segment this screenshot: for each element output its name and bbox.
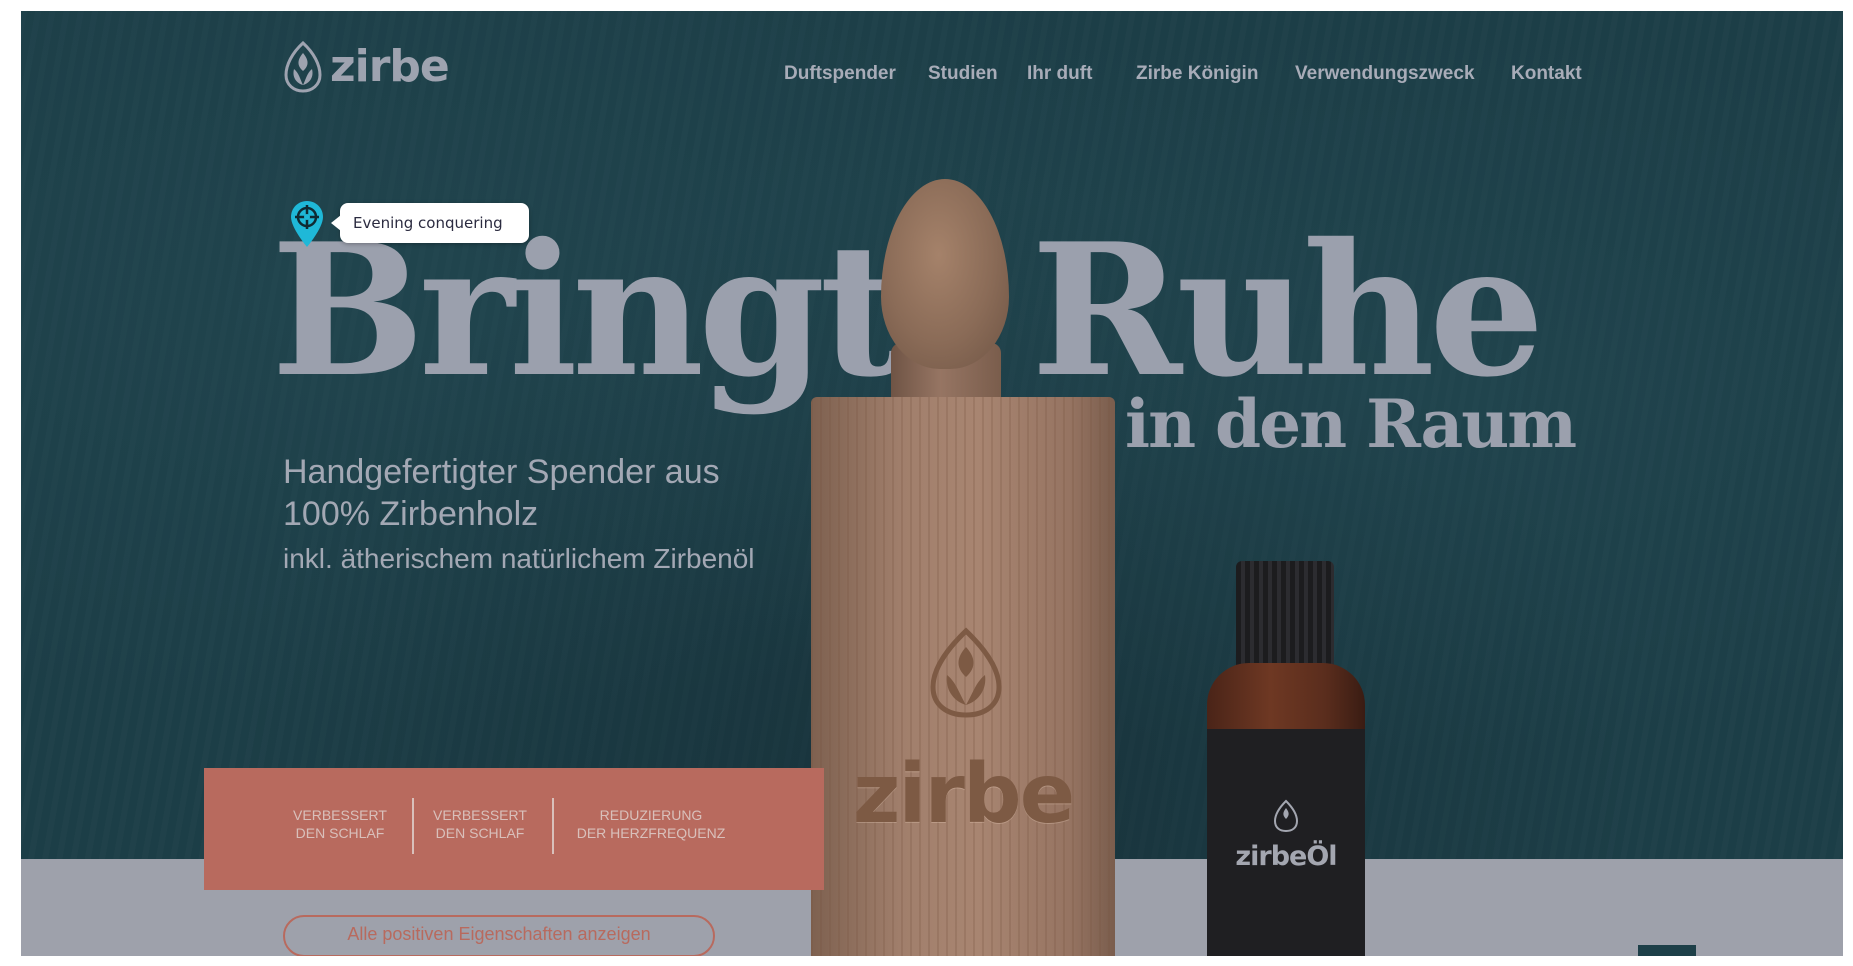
benefit-line1: VERBESSERT [433,807,527,823]
nav-item-verwendungszweck[interactable]: Verwendungszweck [1295,63,1475,85]
nav-item-duftspender[interactable]: Duftspender [784,63,896,85]
hero-description: Handgefertigter Spender aus 100% Zirbenh… [283,453,720,533]
engraved-pinecone-icon [930,627,1002,718]
benefit-line1: REDUZIERUNG [599,807,703,823]
show-properties-button[interactable]: Alle positiven Eigenschaften anzeigen [283,915,715,956]
oil-bottle: zirbeÖl [1207,663,1365,956]
pinecone-icon [1273,799,1299,833]
hero-stage: zirbe Duftspender Studien Ihr duft Zirbe… [21,11,1843,956]
wooden-dispenser: zirbe [811,397,1115,956]
headline-word-bringt: Bringt [271,203,904,417]
benefit-divider [412,798,414,854]
main-nav: Duftspender Studien Ihr duft Zirbe König… [21,63,1843,89]
nav-item-ihr-duft[interactable]: Ihr duft [1027,63,1092,85]
corner-widget[interactable] [1638,945,1696,956]
target-pin-icon[interactable] [290,200,324,248]
benefit-line2: DEN SCHLAF [295,825,385,841]
benefit-item: VERBESSERT DEN SCHLAF [430,806,530,842]
oil-bottle-label: zirbeÖl [1207,729,1365,956]
benefit-divider [552,798,554,854]
tooltip: Evening conquering [331,203,529,243]
hero-description-small: inkl. ätherischem natürlichem Zirbenöl [283,543,755,574]
nav-item-kontakt[interactable]: Kontakt [1511,63,1582,85]
benefit-item: VERBESSERT DEN SCHLAF [290,806,390,842]
benefit-line1: VERBESSERT [293,807,387,823]
dispenser-cap [881,179,1009,369]
benefits-box: VERBESSERT DEN SCHLAF VERBESSERT DEN SCH… [204,768,824,890]
benefit-line2: DEN SCHLAF [435,825,525,841]
oil-bottle-cap [1236,561,1334,673]
benefit-line2: DER HERZFREQUENZ [576,825,726,841]
headline-subline: in den Raum [1125,385,1577,463]
dispenser-brand: zirbe [852,747,1076,842]
oil-brand: zirbeÖl [1235,841,1337,872]
benefit-item: REDUZIERUNG DER HERZFREQUENZ [566,806,736,842]
nav-item-studien[interactable]: Studien [928,63,998,85]
nav-item-zirbe-koenigin[interactable]: Zirbe Königin [1136,63,1258,85]
tooltip-text: Evening conquering [353,214,503,232]
headline-word-ruhe: Ruhe [1031,203,1545,417]
